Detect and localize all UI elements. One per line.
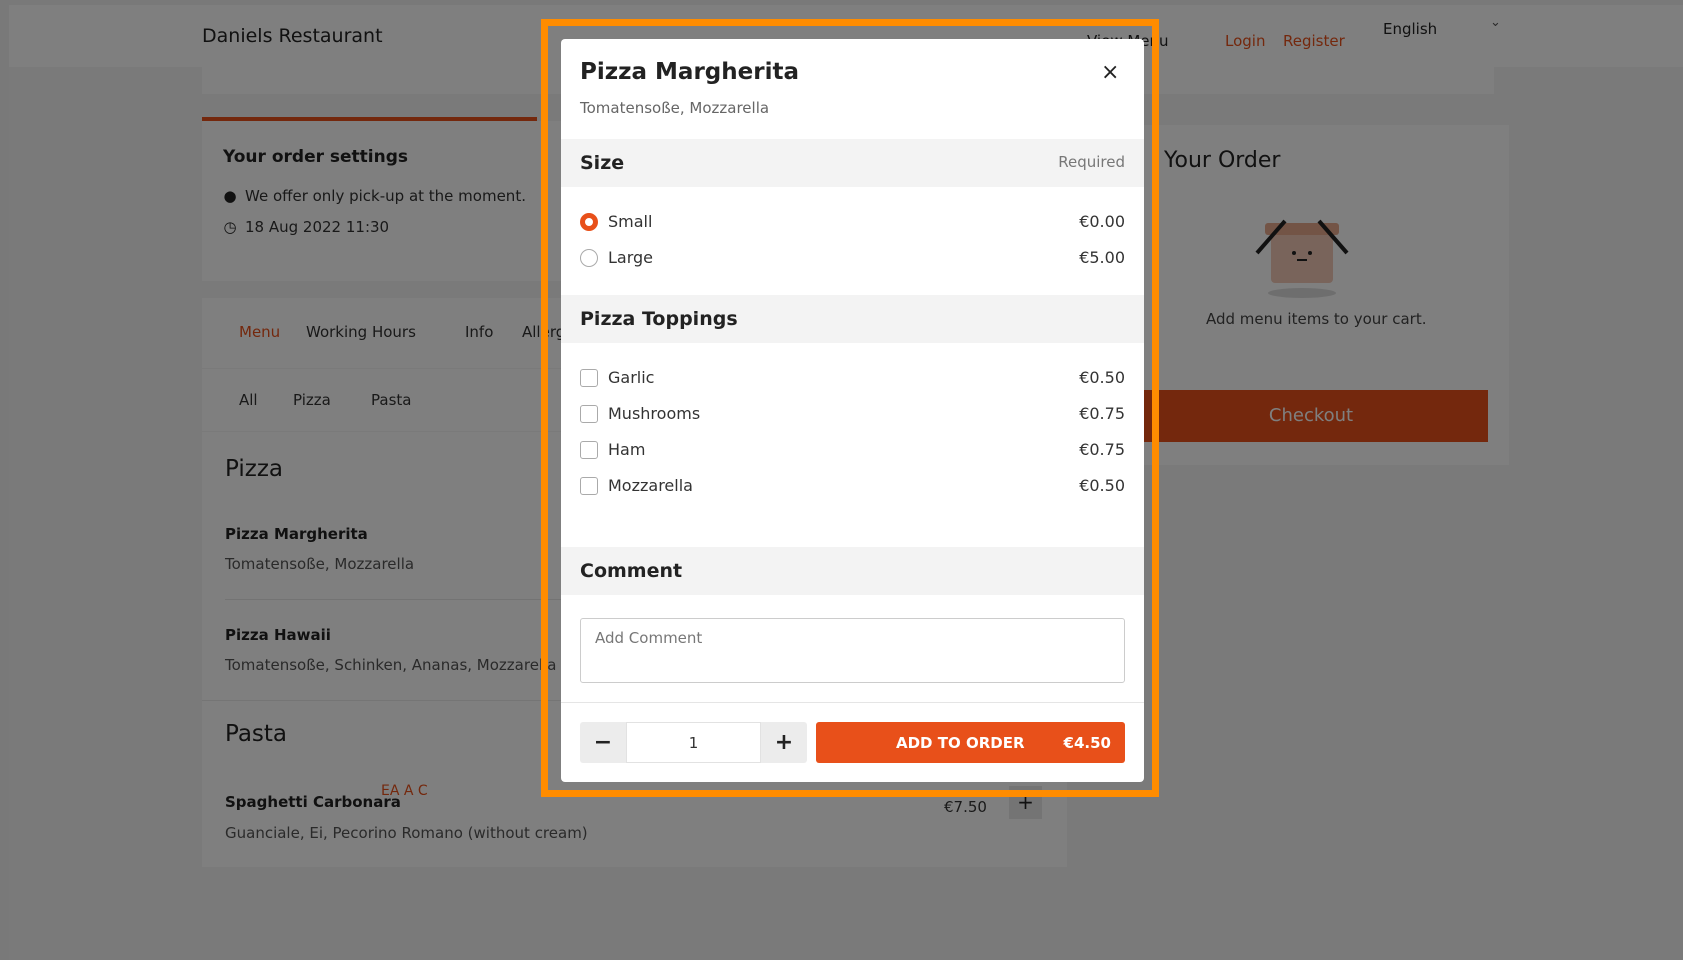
topping-option-mozzarella[interactable]: Mozzarella €0.50: [580, 473, 1125, 501]
modal-title: Pizza Margherita: [580, 59, 799, 85]
topping-option-mushrooms[interactable]: Mushrooms €0.75: [580, 401, 1125, 429]
required-label: Required: [1058, 153, 1125, 171]
product-options-modal: Pizza Margherita Tomatensoße, Mozzarella…: [561, 39, 1144, 782]
quantity-decrease-button[interactable]: −: [580, 722, 626, 763]
add-to-order-label: ADD TO ORDER: [896, 734, 1025, 752]
size-price-small: €0.00: [1079, 212, 1125, 231]
comment-textarea[interactable]: [580, 618, 1125, 683]
toppings-section-header: Pizza Toppings: [561, 295, 1144, 343]
checkbox-mozzarella[interactable]: [580, 477, 598, 495]
topping-price-mushrooms: €0.75: [1079, 404, 1125, 423]
size-option-large[interactable]: Large €5.00: [580, 245, 1125, 273]
checkbox-mushrooms[interactable]: [580, 405, 598, 423]
quantity-input[interactable]: [626, 722, 761, 763]
radio-small[interactable]: [580, 213, 598, 231]
topping-option-ham[interactable]: Ham €0.75: [580, 437, 1125, 465]
topping-option-garlic[interactable]: Garlic €0.50: [580, 365, 1125, 393]
size-title: Size: [580, 152, 625, 174]
add-to-order-button[interactable]: ADD TO ORDER €4.50: [816, 722, 1125, 763]
size-label-large: Large: [608, 248, 654, 267]
size-section-header: Size Required: [561, 139, 1144, 187]
size-option-small[interactable]: Small €0.00: [580, 209, 1125, 237]
topping-label-garlic: Garlic: [608, 368, 655, 387]
add-to-order-price: €4.50: [1063, 734, 1111, 752]
topping-price-mozzarella: €0.50: [1079, 476, 1125, 495]
close-icon[interactable]: ×: [1101, 60, 1119, 85]
size-price-large: €5.00: [1079, 248, 1125, 267]
radio-large[interactable]: [580, 249, 598, 267]
modal-subtitle: Tomatensoße, Mozzarella: [580, 99, 770, 117]
checkbox-ham[interactable]: [580, 441, 598, 459]
comment-title: Comment: [580, 560, 683, 582]
toppings-title: Pizza Toppings: [580, 308, 738, 330]
size-label-small: Small: [608, 212, 653, 231]
topping-label-mozzarella: Mozzarella: [608, 476, 693, 495]
quantity-increase-button[interactable]: +: [761, 722, 807, 763]
topping-price-ham: €0.75: [1079, 440, 1125, 459]
comment-section-header: Comment: [561, 547, 1144, 595]
checkbox-garlic[interactable]: [580, 369, 598, 387]
topping-label-mushrooms: Mushrooms: [608, 404, 701, 423]
topping-label-ham: Ham: [608, 440, 646, 459]
topping-price-garlic: €0.50: [1079, 368, 1125, 387]
footer-divider: [561, 702, 1144, 703]
